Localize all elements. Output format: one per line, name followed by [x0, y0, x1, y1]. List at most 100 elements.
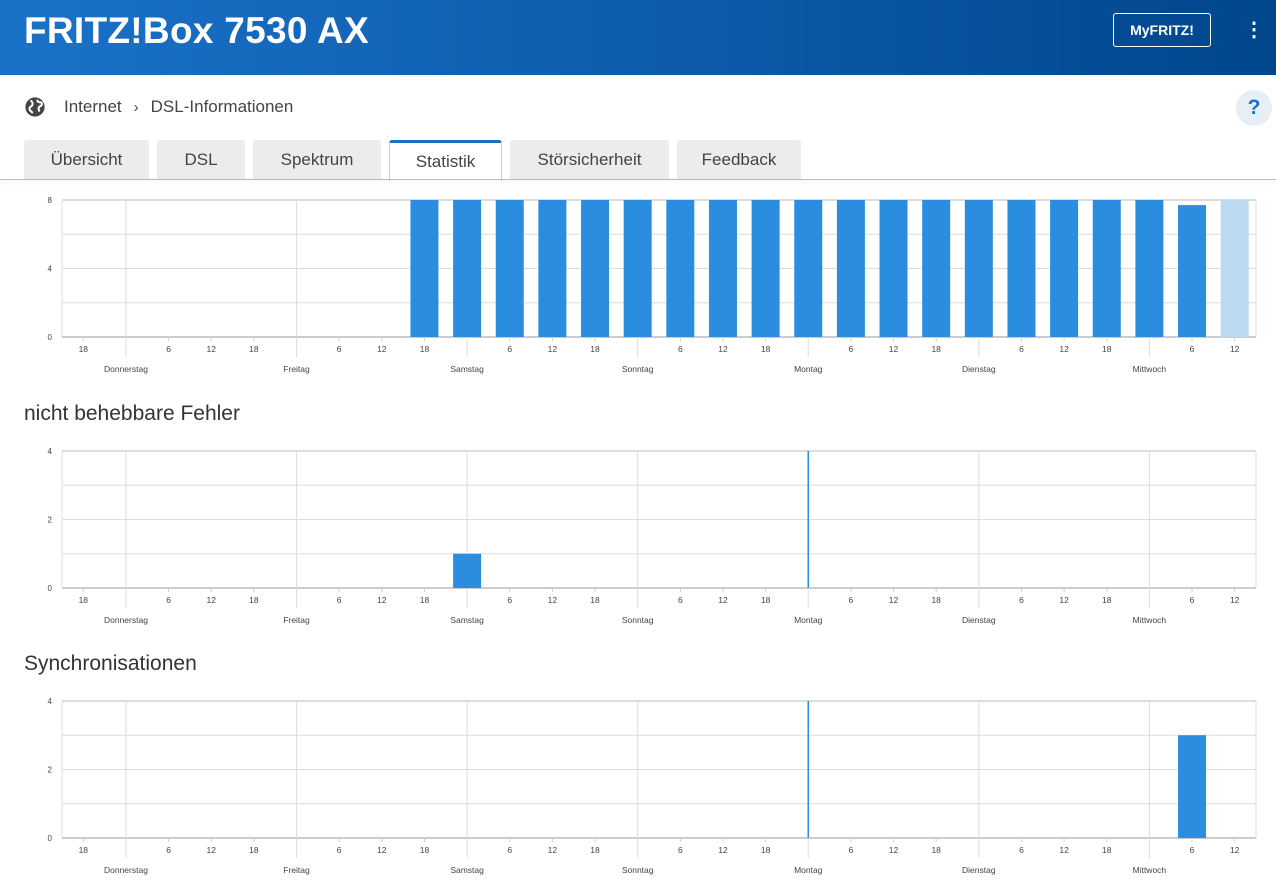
bar: [1220, 200, 1249, 337]
tab-spektrum[interactable]: Spektrum: [253, 140, 381, 180]
x-tick-label: 18: [249, 845, 259, 855]
x-tick-label: 12: [548, 344, 558, 354]
x-tick-label: 12: [1230, 595, 1240, 605]
day-label: Samstag: [450, 364, 484, 374]
day-label: Sonntag: [622, 615, 654, 625]
bar: [666, 200, 695, 337]
day-label: Mittwoch: [1133, 364, 1167, 374]
tab-statistik[interactable]: Statistik: [389, 140, 502, 181]
bar: [751, 200, 780, 337]
x-tick-label: 18: [79, 845, 89, 855]
day-label: Mittwoch: [1133, 615, 1167, 625]
bar: [1092, 200, 1121, 337]
x-tick-label: 12: [377, 595, 387, 605]
bar: [1007, 200, 1036, 337]
x-tick-label: 12: [548, 845, 558, 855]
day-label: Montag: [794, 865, 823, 875]
tab-feedback[interactable]: Feedback: [677, 140, 801, 180]
y-tick-label: 8: [48, 196, 53, 205]
x-tick-label: 18: [761, 595, 771, 605]
breadcrumb-dsl-informationen: DSL-Informationen: [150, 97, 294, 116]
x-tick-label: 6: [678, 595, 683, 605]
x-tick-label: 18: [1102, 344, 1112, 354]
breadcrumb-separator: ›: [133, 98, 139, 116]
x-tick-label: 6: [166, 595, 171, 605]
day-label: Sonntag: [622, 865, 654, 875]
bar: [836, 200, 865, 337]
x-tick-label: 18: [1102, 845, 1112, 855]
x-tick-label: 6: [678, 845, 683, 855]
bar: [623, 200, 652, 337]
tab-uebersicht[interactable]: Übersicht: [24, 140, 149, 180]
y-tick-label: 4: [48, 697, 53, 706]
x-tick-label: 18: [931, 845, 941, 855]
breadcrumb-internet[interactable]: Internet: [64, 97, 122, 117]
x-tick-label: 6: [337, 595, 342, 605]
bar: [495, 200, 524, 337]
x-tick-label: 12: [207, 344, 217, 354]
chart-title-nicht-behebbare-fehler: nicht behebbare Fehler: [24, 402, 240, 425]
x-tick-label: 18: [590, 845, 600, 855]
day-label: Mittwoch: [1133, 865, 1167, 875]
x-tick-label: 6: [1019, 845, 1024, 855]
x-tick-label: 6: [507, 845, 512, 855]
x-tick-label: 6: [1190, 845, 1195, 855]
day-label: Dienstag: [962, 615, 996, 625]
x-tick-label: 6: [849, 344, 854, 354]
day-label: Samstag: [450, 865, 484, 875]
bar: [581, 200, 610, 337]
x-tick-label: 12: [889, 344, 899, 354]
bar: [879, 200, 908, 337]
x-tick-label: 6: [337, 845, 342, 855]
bar: [1178, 205, 1207, 337]
kebab-menu-icon[interactable]: ⋮: [1244, 18, 1264, 42]
day-label: Dienstag: [962, 865, 996, 875]
day-label: Sonntag: [622, 364, 654, 374]
x-tick-label: 18: [79, 595, 89, 605]
tab-dsl[interactable]: DSL: [157, 140, 245, 180]
x-tick-label: 12: [889, 595, 899, 605]
day-label: Samstag: [450, 615, 484, 625]
day-label: Freitag: [283, 615, 310, 625]
day-label: Freitag: [283, 865, 310, 875]
x-tick-label: 6: [337, 344, 342, 354]
tab-bar: Übersicht DSL Spektrum Statistik Störsic…: [24, 140, 801, 181]
x-tick-label: 6: [166, 344, 171, 354]
x-tick-label: 6: [849, 595, 854, 605]
x-tick-label: 18: [420, 845, 430, 855]
x-tick-label: 18: [249, 344, 259, 354]
help-button[interactable]: ?: [1236, 90, 1272, 126]
x-tick-label: 6: [1019, 595, 1024, 605]
y-tick-label: 0: [48, 584, 53, 593]
day-label: Freitag: [283, 364, 310, 374]
x-tick-label: 12: [1230, 344, 1240, 354]
x-tick-label: 12: [889, 845, 899, 855]
day-label: Donnerstag: [104, 615, 148, 625]
y-tick-label: 0: [48, 834, 53, 843]
x-tick-label: 18: [761, 344, 771, 354]
x-tick-label: 6: [678, 344, 683, 354]
day-label: Dienstag: [962, 364, 996, 374]
x-tick-label: 6: [166, 845, 171, 855]
day-label: Donnerstag: [104, 364, 148, 374]
bar: [708, 200, 737, 337]
y-tick-label: 4: [48, 447, 53, 456]
chart-title-synchronisationen: Synchronisationen: [24, 652, 197, 675]
bar: [410, 200, 439, 337]
tab-stoersicherheit[interactable]: Störsicherheit: [510, 140, 669, 180]
x-tick-label: 6: [507, 344, 512, 354]
day-label: Montag: [794, 364, 823, 374]
x-tick-label: 6: [1019, 344, 1024, 354]
myfritz-button[interactable]: MyFRITZ!: [1113, 13, 1211, 47]
bar: [453, 553, 482, 588]
x-tick-label: 12: [548, 595, 558, 605]
bar: [453, 200, 482, 337]
x-tick-label: 12: [1059, 344, 1069, 354]
x-tick-label: 18: [931, 344, 941, 354]
x-tick-label: 12: [207, 845, 217, 855]
x-tick-label: 6: [849, 845, 854, 855]
bar: [1178, 735, 1207, 838]
chart-nicht-behebbare-fehler: 0 2 4 18 Donnerstag 6 12 18 Freitag 6 12 18 Samstag 6…: [48, 447, 1257, 625]
breadcrumb: Internet › DSL-Informationen: [24, 96, 293, 118]
bar: [1050, 200, 1079, 337]
